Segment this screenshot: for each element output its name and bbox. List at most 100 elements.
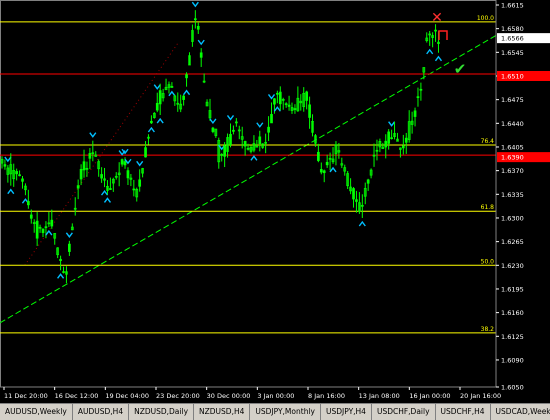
price-tick-label: 1.6230 bbox=[501, 262, 524, 270]
down-arrow-icon bbox=[256, 122, 264, 128]
current-price-label: 1.6566 bbox=[501, 35, 524, 43]
down-arrow-icon bbox=[136, 160, 144, 167]
fib-level-label: 38.2 bbox=[481, 326, 495, 333]
symbol-tab[interactable]: USDCHF,Daily bbox=[372, 404, 436, 420]
red-price-label: 1.6510 bbox=[501, 72, 524, 80]
candle-body bbox=[229, 133, 232, 145]
time-tick-label: 16 Dec 12:00 bbox=[55, 392, 99, 400]
cross-icon: ✕ bbox=[431, 10, 443, 26]
up-arrow-icon bbox=[329, 166, 337, 173]
plot-frame bbox=[0, 0, 497, 388]
candle-body bbox=[322, 170, 326, 174]
candle-body bbox=[193, 18, 197, 21]
candle-body bbox=[355, 199, 358, 202]
up-arrow-icon bbox=[434, 55, 443, 62]
up-arrow-icon bbox=[358, 220, 366, 227]
down-arrow-icon bbox=[209, 118, 217, 125]
candle-body bbox=[278, 91, 282, 105]
candle-body bbox=[199, 52, 203, 58]
candle-body bbox=[100, 174, 103, 179]
candle-body bbox=[419, 88, 423, 91]
candle-body bbox=[196, 26, 200, 30]
candle-body bbox=[390, 137, 393, 140]
price-tick-label: 1.6090 bbox=[501, 356, 524, 364]
candle-body bbox=[35, 220, 39, 239]
up-arrow-icon bbox=[273, 106, 281, 112]
price-tick-label: 1.6615 bbox=[501, 2, 524, 10]
bracket-marker-icon bbox=[438, 30, 448, 40]
candle-body bbox=[404, 137, 408, 143]
symbol-tab[interactable]: USDJPY,H4 bbox=[321, 404, 372, 420]
symbol-tab[interactable]: USDJPY,Monthly bbox=[250, 404, 321, 420]
candle-body bbox=[123, 161, 127, 166]
candle-body bbox=[88, 153, 92, 159]
candle-body bbox=[434, 29, 437, 32]
candle-body bbox=[276, 92, 279, 95]
candle-body bbox=[273, 98, 276, 105]
candle-body bbox=[76, 185, 80, 189]
symbol-tab[interactable]: USDCAD,Week bbox=[491, 404, 550, 420]
candle-body bbox=[182, 95, 185, 100]
candle-body bbox=[158, 90, 162, 105]
time-tick-label: 23 Dec 20:00 bbox=[156, 392, 200, 400]
chart-canvas: 100.0 76.4 61.8 50.0 38.2 1.6615 1.6580 1.6545 1… bbox=[0, 0, 550, 400]
price-tick-label: 1.6195 bbox=[501, 285, 524, 293]
down-arrow-icon bbox=[197, 39, 205, 46]
time-tick-label: 8 Jan 16:00 bbox=[308, 392, 345, 400]
price-tick-label: 1.6335 bbox=[501, 191, 524, 199]
symbol-tab[interactable]: AUDUSD,H4 bbox=[73, 404, 130, 420]
fib-level-label: 61.8 bbox=[481, 204, 495, 211]
candle-body bbox=[109, 188, 112, 190]
candle-body bbox=[325, 161, 329, 166]
symbol-tab[interactable]: USDCHF,H4 bbox=[436, 404, 491, 420]
candle-body bbox=[170, 86, 174, 88]
time-tick-label: 3 Jan 00:00 bbox=[257, 392, 294, 400]
up-arrow-icon bbox=[100, 189, 109, 196]
candle-body bbox=[41, 228, 45, 234]
red-price-label: 1.6390 bbox=[501, 154, 524, 162]
candle-body bbox=[223, 145, 226, 157]
candle-body bbox=[185, 74, 188, 79]
candle-body bbox=[68, 243, 71, 252]
candle-body bbox=[317, 151, 320, 161]
down-arrow-icon bbox=[267, 94, 276, 100]
candle-body bbox=[18, 174, 21, 177]
price-tick-label: 1.6580 bbox=[501, 25, 524, 33]
up-arrow-icon bbox=[168, 90, 176, 97]
candle-body bbox=[50, 219, 54, 227]
up-arrow-icon bbox=[250, 155, 258, 161]
candle-body bbox=[401, 145, 405, 149]
time-tick-label: 16 Jan 00:00 bbox=[409, 392, 450, 400]
candle-body bbox=[82, 161, 86, 171]
time-tick-label: 20 Jan 16:00 bbox=[460, 392, 501, 400]
candle-body bbox=[29, 214, 33, 219]
time-tick-label: 13 Jan 08:00 bbox=[359, 392, 400, 400]
candle-body bbox=[258, 136, 262, 145]
up-arrow-icon bbox=[182, 89, 191, 96]
candle-body bbox=[243, 140, 247, 147]
candle-body bbox=[319, 169, 323, 173]
candle-body bbox=[384, 140, 388, 148]
price-tick-label: 1.6545 bbox=[501, 49, 524, 57]
candle-body bbox=[144, 147, 147, 158]
symbol-tab[interactable]: NZDUSD,Daily bbox=[129, 404, 195, 420]
candle-body bbox=[85, 168, 89, 170]
symbol-tab[interactable]: NZDUSD,H4 bbox=[194, 404, 251, 420]
candle-body bbox=[3, 164, 7, 167]
up-arrow-icon bbox=[57, 273, 65, 279]
candle-body bbox=[150, 120, 153, 124]
candle-body bbox=[15, 171, 18, 175]
fib-level-label: 76.4 bbox=[481, 138, 495, 145]
candle-body bbox=[120, 159, 124, 165]
check-icon: ✔ bbox=[454, 60, 467, 78]
price-tick-label: 1.6160 bbox=[501, 309, 524, 317]
fib-level-label: 50.0 bbox=[481, 258, 495, 265]
symbol-tab[interactable]: AUDUSD,Weekly bbox=[0, 404, 73, 420]
candle-body bbox=[305, 91, 309, 101]
candle-body bbox=[132, 188, 136, 191]
down-arrow-icon bbox=[153, 84, 161, 90]
candle-body bbox=[138, 179, 142, 187]
price-tick-label: 1.6125 bbox=[501, 333, 524, 341]
price-chart[interactable]: 100.0 76.4 61.8 50.0 38.2 1.6615 1.6580 1.6545 1… bbox=[0, 0, 550, 403]
candle-body bbox=[372, 154, 376, 157]
